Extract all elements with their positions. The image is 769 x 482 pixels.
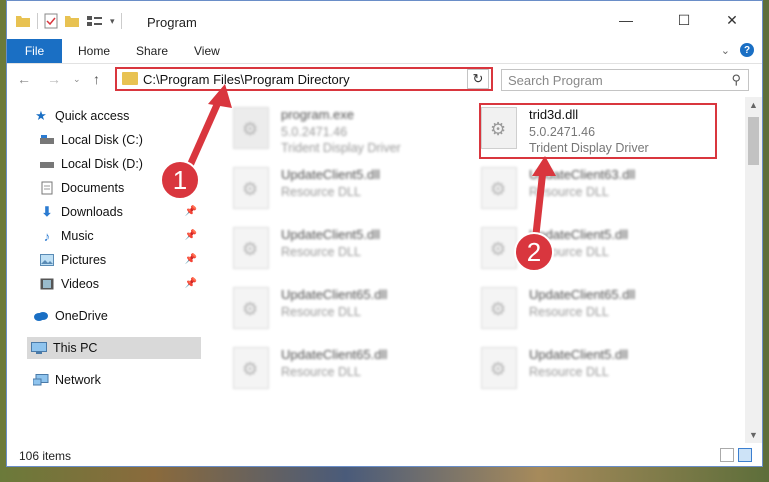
arrow-2-line: [532, 169, 547, 235]
arrow-1-line: [184, 96, 224, 172]
arrow-1-head: [208, 84, 232, 108]
annotation-arrows: [184, 84, 556, 235]
arrow-2-head: [532, 156, 556, 176]
step-badge-2: 2: [514, 232, 554, 272]
step-badge-1: 1: [160, 160, 200, 200]
